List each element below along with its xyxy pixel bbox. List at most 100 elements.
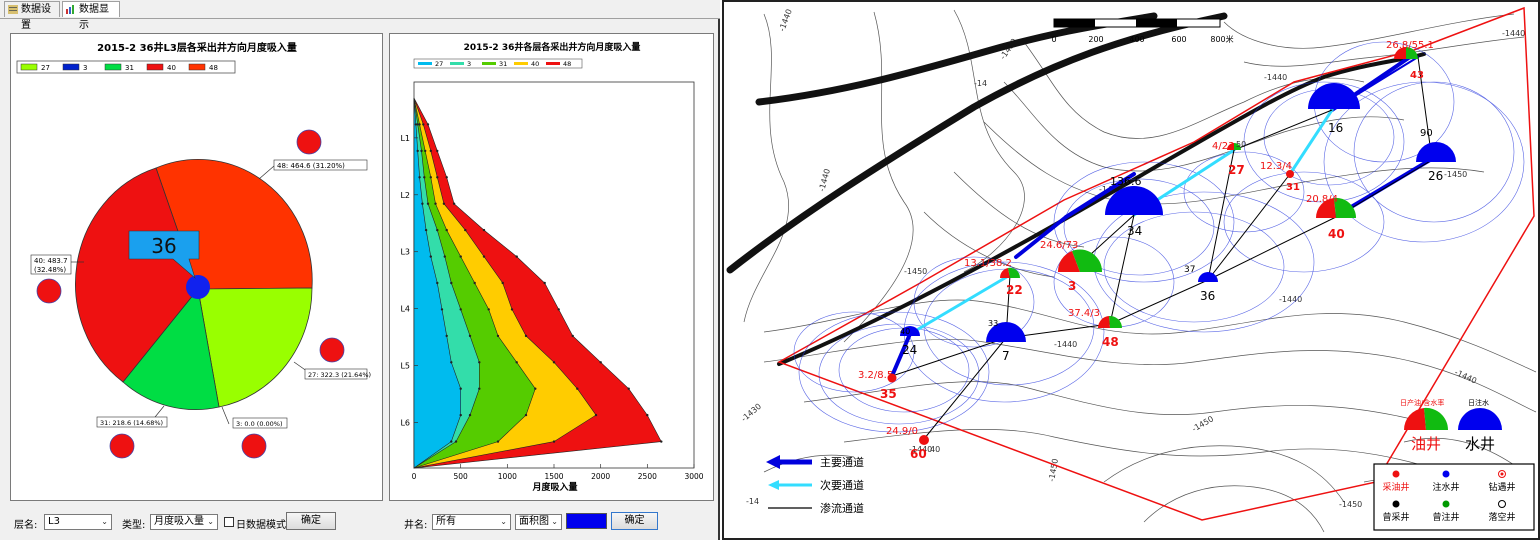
- reservoir-map: -1440 -1430 -1440 -1440 -1450 -1450 -144…: [722, 0, 1540, 540]
- confirm-button-left[interactable]: 确定: [286, 512, 336, 530]
- contour-label: -1440: [1054, 340, 1077, 349]
- well-id-label: 16: [1328, 121, 1343, 135]
- well-marker: [241, 433, 267, 459]
- well-rate-label: 12.3/4: [1260, 161, 1292, 172]
- area-point: [429, 255, 432, 258]
- x-tick-label: 500: [454, 472, 469, 481]
- chart-type-select[interactable]: 面积图 ⌄: [515, 514, 562, 530]
- contour-label: -1440: [1279, 295, 1302, 304]
- area-point: [459, 387, 462, 390]
- well-label: 井名:: [404, 520, 428, 531]
- pie-label-31: 31: 218.6 (14.68%): [100, 419, 163, 427]
- tab-label: 数据设置: [21, 4, 51, 31]
- legend-swatch: [188, 63, 206, 71]
- legend-secondary-channel: 次要通道: [820, 478, 864, 492]
- area-legend: 27 3 31 40 48: [413, 58, 583, 69]
- contour-label: -1450: [904, 267, 927, 276]
- legend-label: 48: [209, 64, 218, 72]
- legend-oil-label: 油井: [1411, 435, 1441, 453]
- area-point: [468, 413, 472, 417]
- well-id-label: 34: [1127, 224, 1142, 238]
- well-select[interactable]: 所有 ⌄: [432, 514, 511, 530]
- former-producer-symbol-icon: [1392, 500, 1400, 508]
- area-point: [576, 387, 579, 390]
- area-point: [436, 149, 439, 153]
- tab-bar: 数据设置 数据显示: [0, 0, 720, 31]
- area-point: [443, 255, 446, 258]
- area-point: [445, 176, 448, 179]
- area-point: [424, 149, 427, 153]
- legend-label: 27: [41, 64, 50, 72]
- oil-well-48: [1098, 315, 1122, 328]
- x-axis-label: 月度吸入量: [531, 481, 577, 493]
- tab-data-display[interactable]: 数据显示: [62, 1, 120, 31]
- center-well-marker: [186, 275, 210, 299]
- contour-label: -1440: [1502, 29, 1525, 38]
- area-point: [440, 308, 444, 311]
- well-id-label: 3: [1068, 279, 1076, 293]
- dry-well-symbol-icon: [1498, 500, 1506, 508]
- oil-well-60: [919, 435, 929, 445]
- well-marker: [319, 337, 345, 363]
- area-point: [524, 413, 528, 417]
- legend-label: 48: [563, 60, 571, 68]
- area-point: [445, 334, 448, 338]
- well-id-label: 7: [1002, 349, 1010, 363]
- well-rate-label: 24.9/0: [886, 426, 918, 437]
- area-point: [421, 202, 424, 205]
- area-point: [426, 123, 430, 126]
- legend-water-label: 水井: [1465, 435, 1495, 453]
- area-chart: 2015-2 36井各层各采出井方向月度吸入量 27 3 31 40 48 L1 L2 L3…: [400, 41, 703, 493]
- color-swatch-button[interactable]: [566, 513, 607, 529]
- chart-tab-icon: [66, 5, 74, 14]
- layer-select[interactable]: L3 ⌄: [44, 514, 112, 530]
- legend-primary-channel: 主要通道: [820, 455, 864, 469]
- scale-tick: 400: [1129, 35, 1144, 44]
- area-point: [429, 149, 432, 153]
- legend-label: 40: [167, 64, 176, 72]
- seepage-flow-lines: [793, 41, 1525, 433]
- well-rate-label: 20.8/4: [1306, 194, 1338, 205]
- confirm-button-right[interactable]: 确定: [611, 512, 658, 530]
- area-point: [416, 149, 419, 153]
- callout-label: 36: [151, 234, 176, 258]
- area-point: [496, 334, 500, 338]
- well-rate-label: 40: [900, 327, 910, 336]
- y-tick-label: L2: [400, 191, 410, 200]
- injector-symbol-icon: [1442, 470, 1450, 478]
- area-point: [454, 440, 458, 443]
- tab-data-settings[interactable]: 数据设置: [4, 1, 60, 31]
- area-point: [445, 228, 448, 232]
- well-id-label: 60: [910, 447, 927, 461]
- area-point: [459, 255, 462, 258]
- daily-mode-checkbox[interactable]: [224, 517, 234, 527]
- contour-label: -1440: [1453, 368, 1478, 386]
- well-rate-label: 90: [1420, 128, 1433, 139]
- well-rate-label: 37: [1184, 265, 1195, 275]
- pie-chart-title: 2015-2 36井L3层各采出井方向月度吸入量: [97, 41, 297, 54]
- daily-mode-label: 日数据模式: [236, 520, 286, 531]
- pie-label-27: 27: 322.3 (21.64%): [308, 371, 371, 379]
- area-point: [510, 308, 514, 311]
- area-point: [450, 361, 453, 364]
- type-label: 类型:: [122, 520, 146, 531]
- well-id-label: 40: [1328, 227, 1345, 241]
- legend-swatch: [20, 63, 38, 71]
- x-tick-label: 1000: [498, 472, 517, 481]
- chevron-down-icon: ⌄: [101, 517, 108, 526]
- y-tick-label: L3: [400, 248, 410, 257]
- y-tick-label: L5: [400, 362, 410, 371]
- connectivity-map: -1440 -1430 -1440 -1440 -1450 -1450 -144…: [726, 6, 1537, 533]
- well-rate-label: 3.2/8.5: [858, 370, 893, 381]
- well-type-legend: 日产油/含水率 油井 日注水 水井: [1400, 398, 1502, 453]
- type-select[interactable]: 月度吸入量 ⌄: [150, 514, 218, 530]
- well-id-label: 35: [880, 387, 897, 401]
- legend-oil-caption: 日产油/含水率: [1400, 398, 1444, 407]
- x-tick-label: 2000: [591, 472, 610, 481]
- data-display-window: 数据设置 数据显示 2015-2 36井L3层各采出井方向月度吸入量 27 3 31…: [0, 0, 720, 540]
- legend-symbol-label: 注水井: [1432, 481, 1459, 493]
- well-rate-label: 50: [1236, 140, 1246, 149]
- water-well-26: [1416, 142, 1456, 162]
- pie-legend: 27 3 31 40 48: [16, 60, 236, 74]
- legend-swatch: [146, 63, 164, 71]
